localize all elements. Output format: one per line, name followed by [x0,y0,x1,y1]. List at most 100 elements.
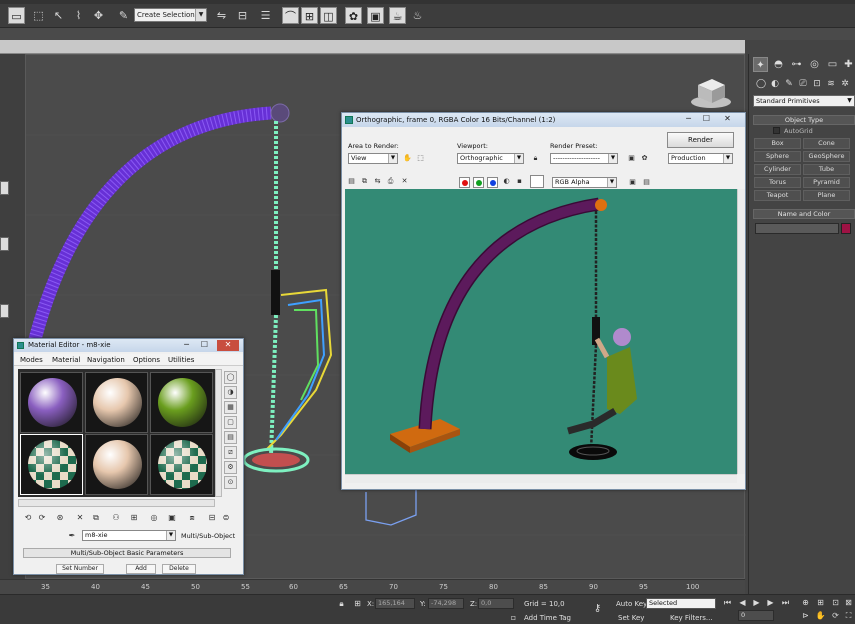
auto-region-icon[interactable]: ⬚ [415,153,426,164]
cone-button[interactable]: Cone [803,138,850,149]
menu-options[interactable]: Options [133,356,160,364]
helpers-icon[interactable]: ⊡ [811,78,823,90]
set-number-button[interactable]: Set Number [56,564,104,574]
menu-navigation[interactable]: Navigation [87,356,125,364]
viewcube-icon[interactable] [691,79,731,108]
pan-icon[interactable]: ✋ [815,610,826,621]
pyramid-button[interactable]: Pyramid [803,177,850,188]
toggle-ui-icon[interactable]: ▤ [641,177,652,188]
tube-button[interactable]: Tube [803,164,850,175]
display-channel-dropdown[interactable]: RGB Alpha ▼ [552,177,617,188]
area-to-render-dropdown[interactable]: View ▼ [348,153,398,164]
show-end-result-icon[interactable]: ⧈ [186,512,198,524]
left-panel-control[interactable] [0,304,9,318]
systems-icon[interactable]: ✲ [839,78,851,90]
add-button[interactable]: Add [126,564,156,574]
absolute-mode-icon[interactable]: ⊞ [352,598,363,609]
clone-frame-icon[interactable]: ⇆ [372,176,383,187]
shapes-icon[interactable]: ◐ [769,78,781,90]
zoom-extents-icon[interactable]: ⊡ [830,597,841,608]
put-to-library-icon[interactable]: ⊞ [128,512,140,524]
zoom-extents-all-icon[interactable]: ⊠ [843,597,854,608]
track-bar[interactable]: 35 40 45 50 55 60 65 70 75 80 85 90 95 1… [0,579,745,594]
next-frame-icon[interactable]: ▶ [765,597,776,608]
make-unique-icon[interactable]: ⚇ [110,512,122,524]
mirror-icon[interactable]: ⇋ [213,7,230,24]
minimize-icon[interactable]: ─ [680,114,697,125]
slots-vertical-scrollbar[interactable] [215,369,222,497]
zoom-icon[interactable]: ⊕ [800,597,811,608]
wire-arch[interactable] [24,106,272,357]
teapot-button[interactable]: Teapot [754,190,801,201]
go-to-start-icon[interactable]: ⏮ [722,597,733,608]
close-icon[interactable]: ✕ [719,114,736,125]
space-warps-icon[interactable]: ≋ [825,78,837,90]
render-setup-icon[interactable]: ▣ [626,153,637,164]
menu-material[interactable]: Material [52,356,80,364]
environment-icon[interactable]: ✿ [639,153,650,164]
go-to-parent-icon[interactable]: ⊟ [206,512,218,524]
field-of-view-icon[interactable]: ⊳ [800,610,811,621]
color-swatch[interactable] [530,175,544,188]
motion-tab-icon[interactable]: ◎ [807,57,822,72]
play-icon[interactable]: ▶ [751,597,762,608]
sample-slot[interactable] [85,372,148,433]
go-to-end-icon[interactable]: ⏭ [780,597,791,608]
curve-editor-icon[interactable]: ⌒ [282,7,299,24]
auto-key-button[interactable]: Auto Key [616,600,647,608]
sample-slot[interactable] [150,372,213,433]
material-name-field[interactable]: m8-xie ▼ [82,530,176,541]
multi-sub-object-rollout[interactable]: Multi/Sub-Object Basic Parameters [23,548,231,558]
assign-to-selection-icon[interactable]: ⊛ [54,512,66,524]
key-mode-dropdown[interactable]: Selected [646,598,716,609]
maximize-viewport-icon[interactable]: ⛶ [843,610,854,621]
toggle-ui-overlay-icon[interactable]: ▣ [627,177,638,188]
x-coordinate-field[interactable]: 165,164 [375,598,415,609]
sample-type-icon[interactable]: ◯ [224,371,237,384]
get-material-icon[interactable]: ⟲ [22,512,34,524]
cylinder-button[interactable]: Cylinder [754,164,801,175]
sample-slot[interactable] [20,372,83,433]
go-forward-icon[interactable]: ⊜ [220,512,232,524]
render-setup-icon[interactable]: ✿ [345,7,362,24]
uv-tiling-icon[interactable]: ▢ [224,416,237,429]
named-selection-dropdown[interactable]: Create Selection Se ▼ [134,8,207,22]
create-tab-icon[interactable]: ✦ [753,57,768,72]
select-by-material-icon[interactable]: ⊙ [224,476,237,489]
delete-button[interactable]: Delete [162,564,196,574]
wire-handle[interactable] [271,270,280,315]
slots-horizontal-scrollbar[interactable] [18,499,215,507]
put-to-scene-icon[interactable]: ⟳ [36,512,48,524]
wire-chain-lower[interactable] [269,314,278,456]
pointer-icon[interactable]: ↖ [50,7,67,24]
sample-slot-active[interactable] [20,434,83,495]
box-button[interactable]: Box [754,138,801,149]
maximize-icon[interactable]: ☐ [698,114,715,125]
edit-named-selection-icon[interactable]: ✎ [115,7,132,24]
production-dropdown[interactable]: Production ▼ [668,153,733,164]
set-key-button[interactable]: Set Key [618,614,644,622]
geometry-icon[interactable]: ◯ [755,78,767,90]
red-channel-toggle[interactable] [459,177,470,188]
previous-frame-icon[interactable]: ◀ [737,597,748,608]
render-iterative-icon[interactable]: ♨ [409,7,426,24]
lights-icon[interactable]: ✎ [783,78,795,90]
material-editor-icon[interactable]: ◫ [320,7,337,24]
hierarchy-tab-icon[interactable]: ⊶ [789,57,804,72]
left-panel-control[interactable] [0,237,9,251]
geosphere-button[interactable]: GeoSphere [803,151,850,162]
render-window-titlebar[interactable]: Orthographic, frame 0, RGBA Color 16 Bit… [342,113,745,127]
zoom-all-icon[interactable]: ⊞ [815,597,826,608]
sample-slot[interactable] [85,434,148,495]
alpha-channel-icon[interactable]: ◐ [501,176,512,187]
wire-box-bottom[interactable] [365,489,417,526]
material-id-icon[interactable]: ◎ [148,512,160,524]
align-icon[interactable]: ⊟ [234,7,251,24]
eyedropper-icon[interactable]: ✒ [66,530,78,542]
preview-icon[interactable]: ⧄ [224,446,237,459]
copy-material-icon[interactable]: ⧉ [90,512,102,524]
backlight-icon[interactable]: ◑ [224,386,237,399]
primitive-type-dropdown[interactable]: Standard Primitives ▼ [753,95,855,107]
layer-manager-icon[interactable]: ☰ [257,7,274,24]
close-icon[interactable]: ✕ [217,340,239,351]
